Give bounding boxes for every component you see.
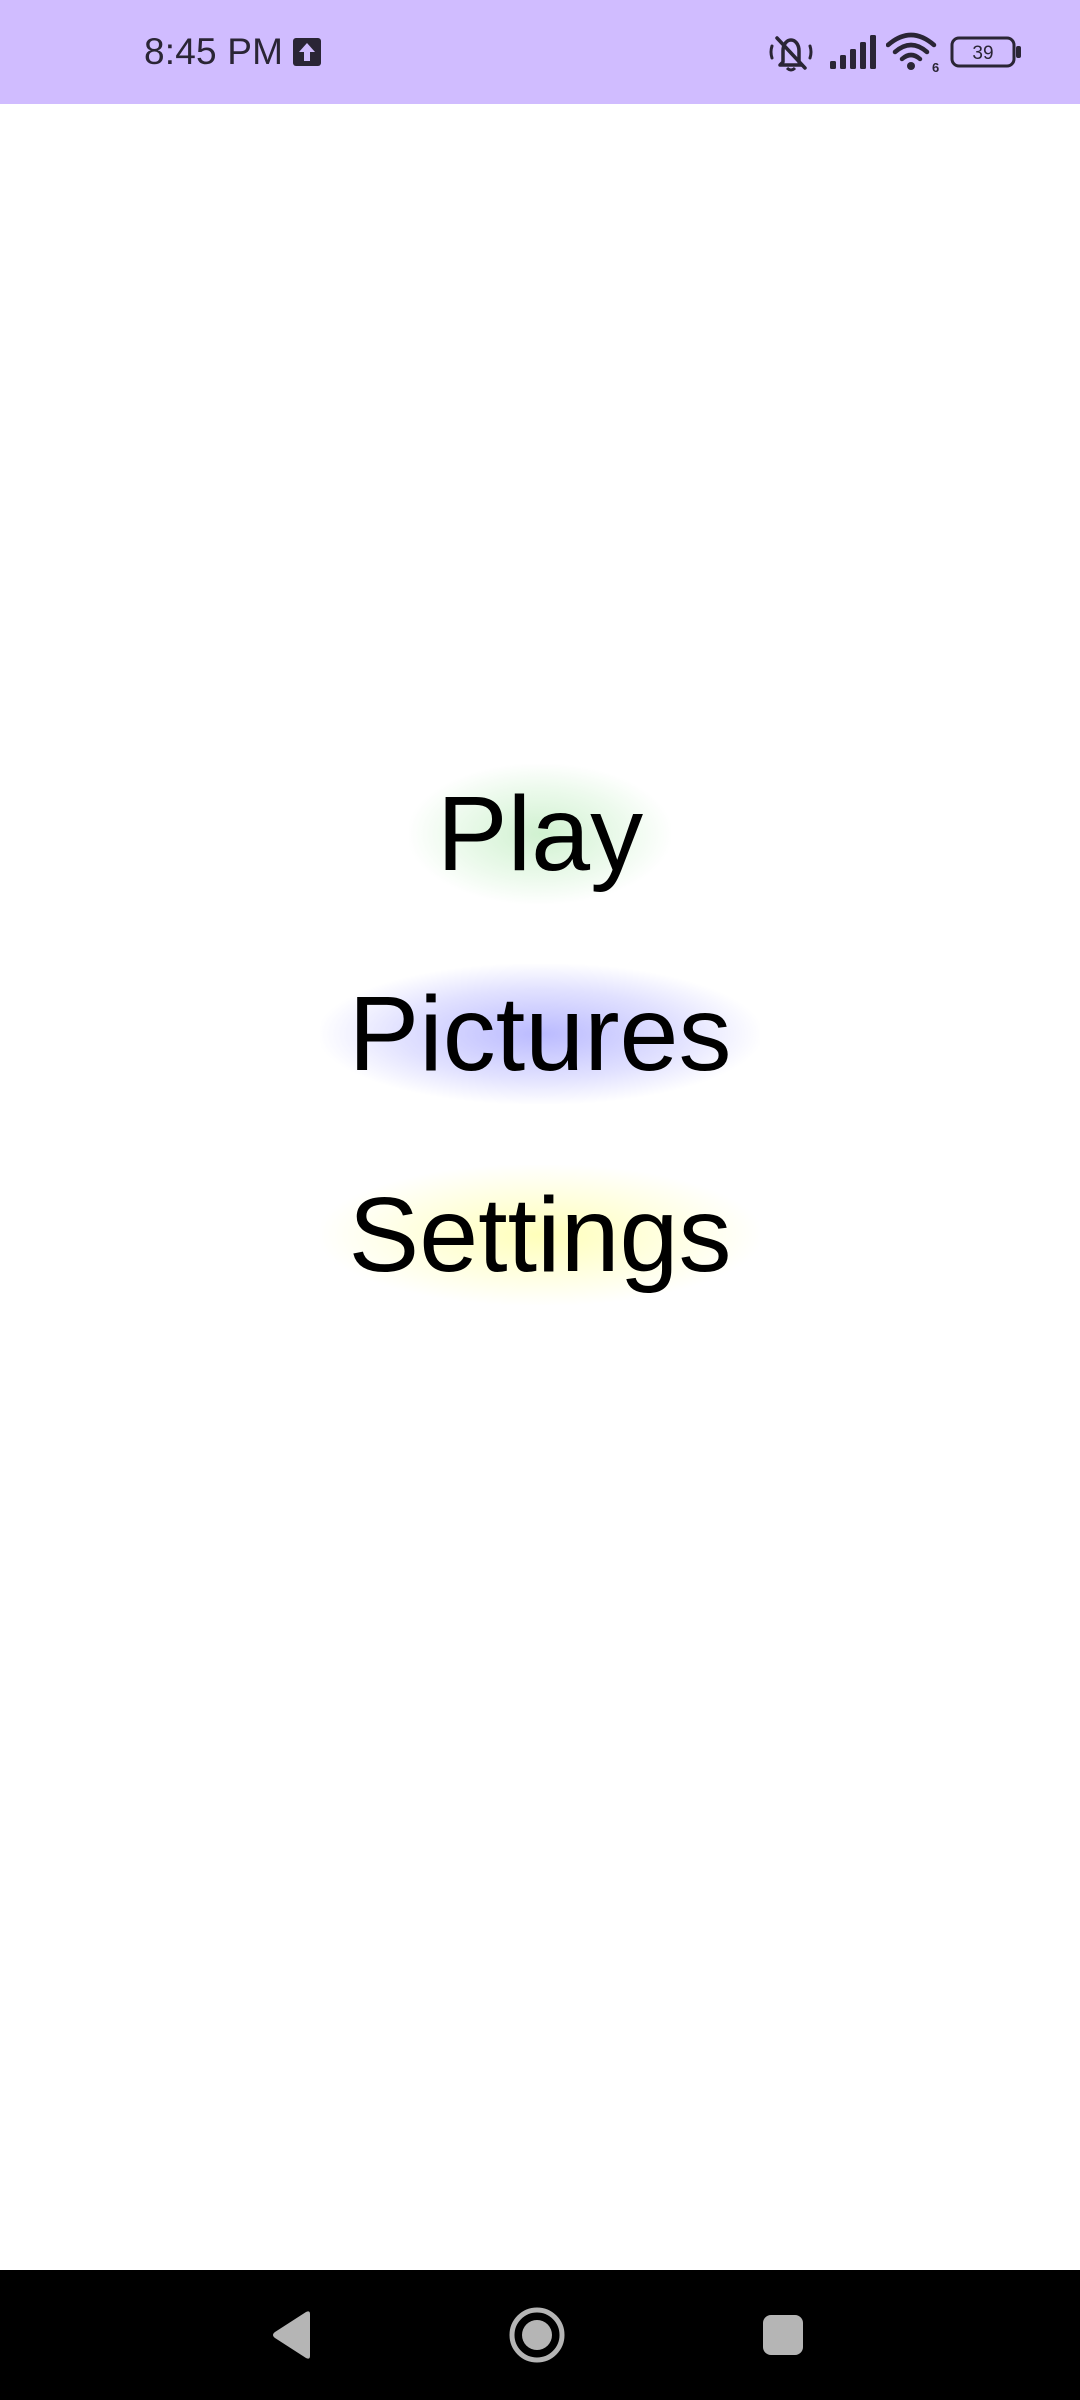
- play-button[interactable]: Play: [408, 764, 672, 904]
- mute-icon: [769, 36, 813, 72]
- status-bar: 8:45 PM 6 39: [0, 0, 1080, 104]
- recents-icon[interactable]: [761, 2313, 805, 2357]
- battery-level: 39: [972, 43, 993, 64]
- upload-icon: [293, 38, 321, 66]
- back-icon[interactable]: [270, 2310, 314, 2360]
- navigation-bar: [0, 2270, 1080, 2400]
- signal-icon: [830, 35, 876, 69]
- pictures-button[interactable]: Pictures: [320, 964, 760, 1104]
- home-icon[interactable]: [508, 2306, 566, 2364]
- wifi-icon: 6: [886, 32, 939, 73]
- wifi-badge: 6: [932, 60, 939, 73]
- settings-button[interactable]: Settings: [320, 1165, 760, 1305]
- battery-icon: 39: [950, 36, 1021, 68]
- status-time: 8:45 PM: [144, 31, 284, 72]
